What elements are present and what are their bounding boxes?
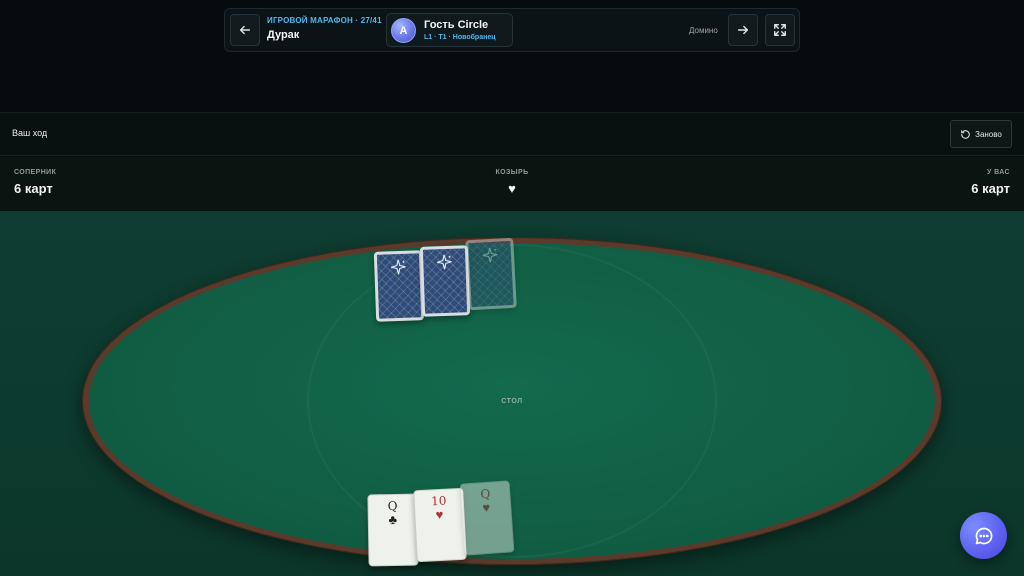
chat-bubble-icon: [975, 527, 992, 544]
restart-label: Заново: [975, 129, 1002, 139]
game-title: Дурак: [267, 29, 300, 41]
status-bar: Ваш ход Заново: [0, 112, 1024, 156]
fullscreen-icon: [774, 24, 786, 36]
player-card[interactable]: Q ♣: [367, 493, 419, 567]
player-card[interactable]: 10 ♥: [413, 487, 467, 563]
marathon-progress-label: ИГРОВОЙ МАРАФОН · 27/41: [267, 16, 382, 25]
sparkle-icon: [390, 259, 406, 275]
card-suit: ♥: [435, 506, 444, 523]
trump-label: КОЗЫРЬ: [495, 169, 529, 176]
turn-indicator: Ваш ход: [12, 128, 48, 138]
opponent-card-back: [373, 250, 425, 322]
next-game-button[interactable]: [728, 14, 758, 46]
sparkle-icon: [436, 254, 452, 270]
sparkle-icon: [482, 247, 498, 263]
trump-suit: ♥: [508, 181, 516, 196]
card-suit: ♥: [481, 499, 491, 516]
arrow-left-icon: [239, 25, 251, 35]
opponent-label: СОПЕРНИК: [14, 169, 57, 176]
arrow-right-icon: [737, 25, 749, 35]
restart-button[interactable]: Заново: [950, 120, 1012, 148]
game-info-bar: СОПЕРНИК 6 карт КОЗЫРЬ ♥ У ВАС 6 карт: [0, 157, 1024, 211]
back-button[interactable]: [230, 14, 260, 46]
top-nav-bar: ИГРОВОЙ МАРАФОН · 27/41 Дурак A Гость Ci…: [224, 8, 800, 52]
opponent-card-back: [419, 245, 471, 317]
fullscreen-button[interactable]: [765, 14, 795, 46]
card-suit: ♣: [388, 511, 398, 528]
restart-icon: [961, 129, 970, 139]
next-game-label: Домино: [689, 26, 718, 35]
player-card[interactable]: Q ♥: [459, 480, 515, 556]
opponent-card-count: 6 карт: [14, 181, 53, 196]
your-label: У ВАС: [987, 169, 1010, 176]
player-name: Гость Circle: [424, 19, 489, 31]
player-level: L1 · T1 · Новобранец: [424, 34, 496, 41]
chat-button[interactable]: [960, 512, 1007, 559]
player-profile[interactable]: A Гость Circle L1 · T1 · Новобранец: [386, 13, 513, 47]
opponent-card-back: [465, 237, 517, 311]
your-card-count: 6 карт: [971, 181, 1010, 196]
table-label: СТОЛ: [501, 398, 523, 405]
avatar: A: [391, 18, 416, 43]
